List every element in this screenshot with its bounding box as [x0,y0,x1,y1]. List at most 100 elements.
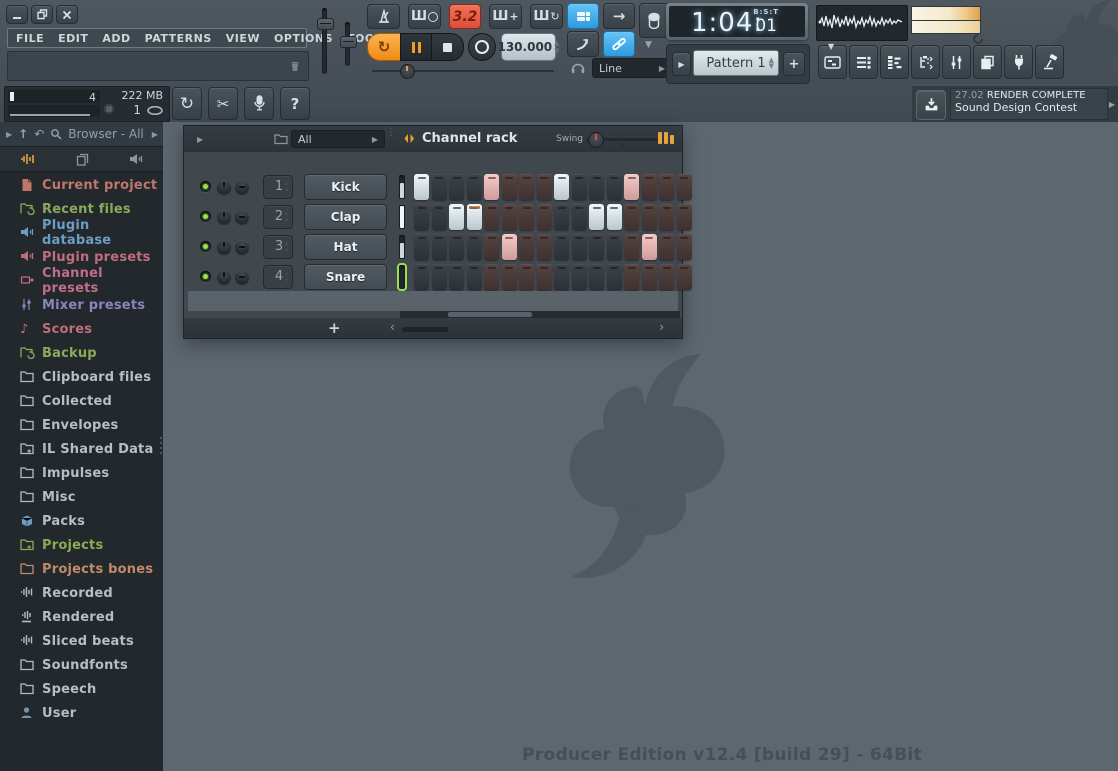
restore-button[interactable] [31,5,53,24]
browser-item-rendered[interactable]: Rendered [0,605,163,629]
channel-enable-led[interactable] [200,181,211,192]
step-4-off[interactable] [467,234,482,260]
stop-button[interactable] [431,33,464,61]
step-14-off[interactable] [642,174,657,200]
step-11-on[interactable] [589,204,604,230]
swing-slider[interactable] [586,138,658,141]
browser-item-projects[interactable]: Projects [0,533,163,557]
step-15-off[interactable] [659,204,674,230]
step-8-off[interactable] [537,234,552,260]
volume-knob[interactable] [235,180,249,194]
channel-enable-led[interactable] [200,241,211,252]
tempo-display[interactable]: 130.000▲▼ [501,33,556,61]
link-controllers-button[interactable] [603,31,635,57]
record-audio-button[interactable] [244,87,274,120]
scroll-left-icon[interactable]: ‹ [390,320,395,334]
browser-item-plugin-database[interactable]: Plugin database [0,221,163,245]
step-edit-toggle[interactable] [567,3,599,29]
step-3-off[interactable] [449,264,464,290]
step-1-off[interactable] [414,204,429,230]
step-11-off[interactable] [589,174,604,200]
step-2-off[interactable] [432,204,447,230]
browser-forward-icon[interactable]: ▶ [152,130,158,139]
volume-knob[interactable] [235,270,249,284]
step-5-off[interactable] [484,264,499,290]
render-notification[interactable]: 27.02 RENDER COMPLETE Sound Design Conte… [950,88,1108,120]
pause-button[interactable] [400,33,432,61]
browser-item-clipboard-files[interactable]: Clipboard files [0,365,163,389]
step-8-off[interactable] [537,174,552,200]
browser-menu-icon[interactable]: ▶ [6,130,12,139]
browser-tab-files-icon[interactable] [76,153,89,166]
step-14-off[interactable] [642,264,657,290]
step-16-off[interactable] [677,234,692,260]
rack-h-scrollbar[interactable] [400,311,680,318]
browser-item-current-project[interactable]: Current project [0,173,163,197]
step-9-off[interactable] [554,234,569,260]
time-display[interactable]: B:S:T 1:04: 01 [669,6,805,37]
browser-item-il-shared-data[interactable]: IL Shared Data [0,437,163,461]
step-11-off[interactable] [589,264,604,290]
browser-item-backup[interactable]: Backup [0,341,163,365]
cut-button[interactable]: ✂ [208,87,238,120]
step-2-off[interactable] [432,174,447,200]
step-7-off[interactable] [519,174,534,200]
oscilloscope[interactable] [816,5,908,41]
menu-item-patterns[interactable]: PATTERNS [145,32,212,45]
step-16-off[interactable] [677,174,692,200]
step-1-off[interactable] [414,234,429,260]
browser-item-sliced-beats[interactable]: Sliced beats [0,629,163,653]
step-10-off[interactable] [572,234,587,260]
browser-tree-button[interactable] [911,45,940,79]
step-1-off[interactable] [414,264,429,290]
volume-knob[interactable] [235,240,249,254]
mixer-button[interactable] [942,45,971,79]
step-5-off[interactable] [484,204,499,230]
pan-knob[interactable] [217,210,231,224]
browser-item-collected[interactable]: Collected [0,389,163,413]
monitor-select[interactable]: Line▶ [592,58,672,78]
slide-notes-button[interactable] [567,31,599,57]
browser-item-projects-bones[interactable]: Projects bones [0,557,163,581]
browser-search-icon[interactable] [50,128,62,140]
rack-menu-icon[interactable]: ▶ [197,135,203,144]
step-6-off[interactable] [502,204,517,230]
browser-back-icon[interactable]: ↶ [34,127,44,141]
pattern-play-icon[interactable]: ▶ [672,52,691,76]
step-8-off[interactable] [537,204,552,230]
browser-up-icon[interactable]: ↑ [18,127,28,141]
channel-button-clap[interactable]: Clap [304,204,387,230]
meter-mode-icon[interactable] [973,34,983,44]
browser-item-impulses[interactable]: Impulses [0,461,163,485]
step-13-off[interactable] [624,234,639,260]
pattern-song-toggle[interactable]: ↻ [367,33,401,61]
step-2-off[interactable] [432,264,447,290]
browser-item-soundfonts[interactable]: Soundfonts [0,653,163,677]
step-12-off[interactable] [607,264,622,290]
channel-rack-button[interactable] [849,45,878,79]
step-10-off[interactable] [572,264,587,290]
metronome-icon[interactable] [367,4,400,29]
channel-button-hat[interactable]: Hat [304,234,387,260]
typing-keyboard-loop-icon[interactable]: Ш↻ [530,4,563,29]
step-6-off[interactable] [502,174,517,200]
channel-button-kick[interactable]: Kick [304,174,387,200]
channel-enable-led[interactable] [200,271,211,282]
record-button[interactable] [468,33,496,61]
step-16-off[interactable] [677,264,692,290]
browser-item-user[interactable]: User [0,701,163,725]
master-pitch-slider[interactable] [345,22,350,66]
menu-item-view[interactable]: VIEW [226,32,260,45]
step-4-on[interactable] [467,204,482,230]
channel-select-indicator[interactable] [399,265,405,289]
step-12-off[interactable] [607,234,622,260]
pan-knob[interactable] [217,240,231,254]
step-3-off[interactable] [449,234,464,260]
close-button[interactable] [56,5,78,24]
channel-number[interactable]: 3›‹ [263,235,293,259]
browser-item-envelopes[interactable]: Envelopes [0,413,163,437]
undo-button[interactable]: ↻ [172,87,202,120]
browser-tab-samples-icon[interactable] [20,153,36,165]
menu-item-file[interactable]: FILE [16,32,44,45]
scroll-right-icon[interactable]: › [659,320,664,334]
